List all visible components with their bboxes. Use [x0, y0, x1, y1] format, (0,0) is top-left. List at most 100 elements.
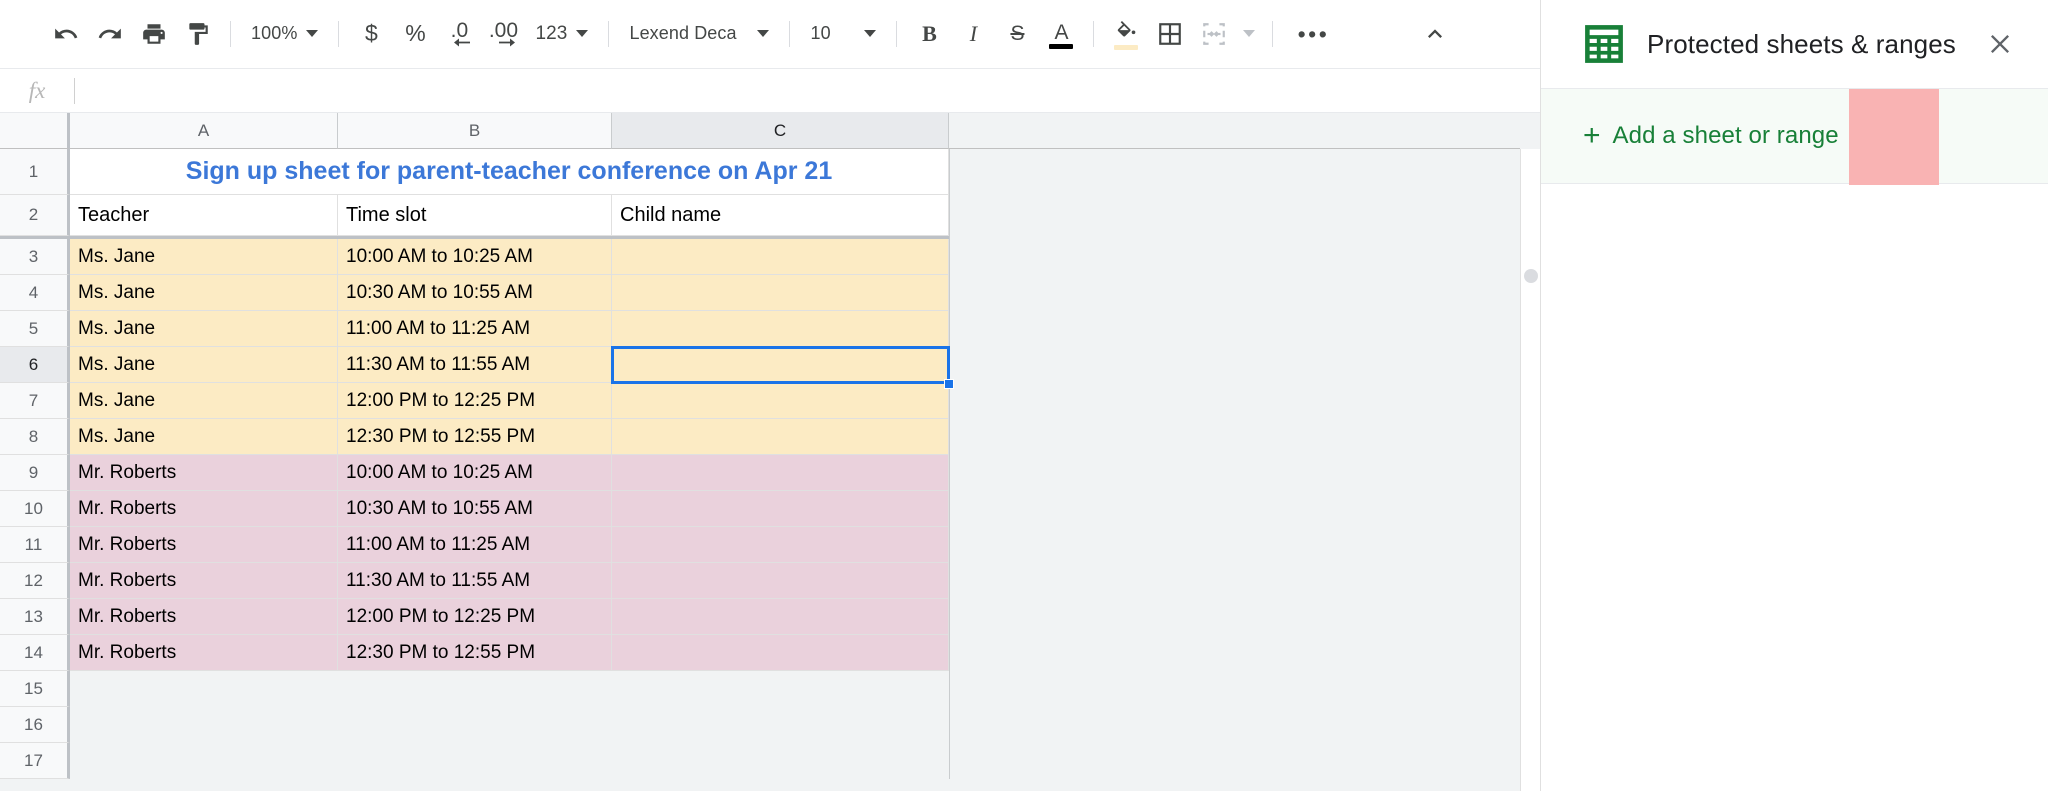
grid-empty-area[interactable]	[949, 149, 1520, 791]
row-header-5[interactable]: 5	[0, 311, 70, 347]
row-header-1[interactable]: 1	[0, 149, 70, 195]
formula-input[interactable]	[75, 69, 1540, 112]
column-header-b[interactable]: B	[338, 113, 612, 149]
cell-a4[interactable]: Ms. Jane	[70, 275, 338, 311]
row-header-6[interactable]: 6	[0, 347, 70, 383]
cell-c16[interactable]	[612, 707, 949, 743]
cell-b10[interactable]: 10:30 AM to 10:55 AM	[338, 491, 612, 527]
chevron-down-icon	[864, 30, 877, 37]
cell-b3[interactable]: 10:00 AM to 10:25 AM	[338, 239, 612, 275]
cell-c9[interactable]	[612, 455, 949, 491]
add-sheet-or-range-button[interactable]: + Add a sheet or range	[1541, 88, 2048, 184]
font-family-dropdown[interactable]: Lexend Deca	[619, 12, 779, 56]
increase-decimal-button[interactable]: .00	[481, 12, 525, 56]
merge-cells-dropdown[interactable]	[1236, 12, 1262, 56]
cell-b11[interactable]: 11:00 AM to 11:25 AM	[338, 527, 612, 563]
cell-c12[interactable]	[612, 563, 949, 599]
italic-button[interactable]: I	[951, 12, 995, 56]
undo-button[interactable]	[44, 12, 88, 56]
cell-c11[interactable]	[612, 527, 949, 563]
cell-c2[interactable]: Child name	[612, 195, 949, 236]
cell-a9[interactable]: Mr. Roberts	[70, 455, 338, 491]
merge-cells-button[interactable]	[1192, 12, 1236, 56]
cell-c15[interactable]	[612, 671, 949, 707]
row-header-14[interactable]: 14	[0, 635, 70, 671]
cell-a7[interactable]: Ms. Jane	[70, 383, 338, 419]
cell-b14[interactable]: 12:30 PM to 12:55 PM	[338, 635, 612, 671]
currency-format-button[interactable]: $	[349, 12, 393, 56]
collapse-toolbar-button[interactable]	[1413, 12, 1457, 56]
row-header-10[interactable]: 10	[0, 491, 70, 527]
cell-a11[interactable]: Mr. Roberts	[70, 527, 338, 563]
more-options-button[interactable]: •••	[1283, 12, 1343, 56]
row-header-8[interactable]: 8	[0, 419, 70, 455]
paint-format-button[interactable]	[176, 12, 220, 56]
row-header-16[interactable]: 16	[0, 707, 70, 743]
cell-b12[interactable]: 11:30 AM to 11:55 AM	[338, 563, 612, 599]
cell-a5[interactable]: Ms. Jane	[70, 311, 338, 347]
percent-format-button[interactable]: %	[393, 12, 437, 56]
cell-b8[interactable]: 12:30 PM to 12:55 PM	[338, 419, 612, 455]
close-panel-button[interactable]	[1978, 22, 2022, 66]
row-header-12[interactable]: 12	[0, 563, 70, 599]
cell-b2[interactable]: Time slot	[338, 195, 612, 236]
cell-b15[interactable]	[338, 671, 612, 707]
cell-a2[interactable]: Teacher	[70, 195, 338, 236]
row-header-2[interactable]: 2	[0, 195, 70, 236]
cell-c3[interactable]	[612, 239, 949, 275]
row-header-17[interactable]: 17	[0, 743, 70, 779]
decrease-decimal-button[interactable]: .0	[437, 12, 481, 56]
cell-a13[interactable]: Mr. Roberts	[70, 599, 338, 635]
cell-b13[interactable]: 12:00 PM to 12:25 PM	[338, 599, 612, 635]
cell-c5[interactable]	[612, 311, 949, 347]
cell-a1-merged-title[interactable]: Sign up sheet for parent-teacher confere…	[70, 149, 949, 195]
cell-a3[interactable]: Ms. Jane	[70, 239, 338, 275]
strikethrough-button[interactable]: S	[995, 12, 1039, 56]
cell-b7[interactable]: 12:00 PM to 12:25 PM	[338, 383, 612, 419]
row-header-13[interactable]: 13	[0, 599, 70, 635]
row-header-9[interactable]: 9	[0, 455, 70, 491]
cell-c4[interactable]	[612, 275, 949, 311]
cell-c14[interactable]	[612, 635, 949, 671]
fill-color-button[interactable]	[1104, 12, 1148, 56]
select-all-corner[interactable]	[0, 113, 70, 149]
cell-c7[interactable]	[612, 383, 949, 419]
cell-a15[interactable]	[70, 671, 338, 707]
vertical-scrollbar-thumb[interactable]	[1524, 269, 1538, 283]
zoom-dropdown[interactable]: 100%	[241, 12, 328, 56]
column-header-c[interactable]: C	[612, 113, 949, 149]
text-color-button[interactable]: A	[1039, 12, 1083, 56]
bold-button[interactable]: B	[907, 12, 951, 56]
vertical-scrollbar[interactable]	[1520, 149, 1540, 791]
cell-a12[interactable]: Mr. Roberts	[70, 563, 338, 599]
column-header-a[interactable]: A	[70, 113, 338, 149]
number-format-dropdown[interactable]: 123	[525, 12, 598, 56]
cell-b16[interactable]	[338, 707, 612, 743]
font-size-dropdown[interactable]: 10	[800, 12, 886, 56]
redo-button[interactable]	[88, 12, 132, 56]
row-header-15[interactable]: 15	[0, 671, 70, 707]
cell-a16[interactable]	[70, 707, 338, 743]
cell-b6[interactable]: 11:30 AM to 11:55 AM	[338, 347, 612, 383]
row-header-4[interactable]: 4	[0, 275, 70, 311]
row-header-7[interactable]: 7	[0, 383, 70, 419]
cell-b17[interactable]	[338, 743, 612, 779]
cell-c8[interactable]	[612, 419, 949, 455]
cell-a10[interactable]: Mr. Roberts	[70, 491, 338, 527]
cell-c13[interactable]	[612, 599, 949, 635]
cell-b4[interactable]: 10:30 AM to 10:55 AM	[338, 275, 612, 311]
cell-b9[interactable]: 10:00 AM to 10:25 AM	[338, 455, 612, 491]
row-header-11[interactable]: 11	[0, 527, 70, 563]
cell-c17[interactable]	[612, 743, 949, 779]
cell-a6[interactable]: Ms. Jane	[70, 347, 338, 383]
cell-a14[interactable]: Mr. Roberts	[70, 635, 338, 671]
cell-c10[interactable]	[612, 491, 949, 527]
cell-a8[interactable]: Ms. Jane	[70, 419, 338, 455]
fill-handle[interactable]	[944, 379, 954, 389]
row-header-3[interactable]: 3	[0, 239, 70, 275]
borders-button[interactable]	[1148, 12, 1192, 56]
cell-a17[interactable]	[70, 743, 338, 779]
cell-c6[interactable]	[612, 347, 949, 383]
print-button[interactable]	[132, 12, 176, 56]
cell-b5[interactable]: 11:00 AM to 11:25 AM	[338, 311, 612, 347]
